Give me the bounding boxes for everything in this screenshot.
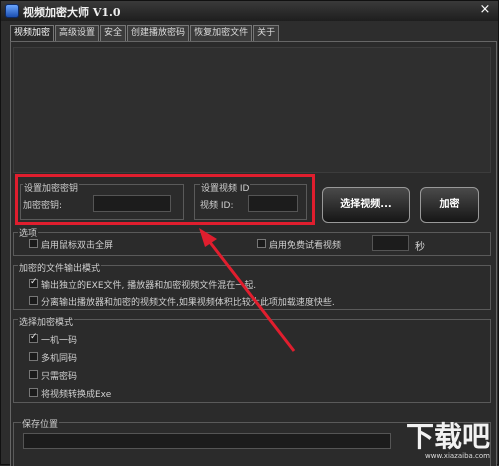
watermark-url-text: www.xiazaiba.com (425, 452, 490, 460)
watermark-logo: 下载吧 www.xiazaiba.com (405, 420, 490, 461)
watermark-main-text: 下载吧 (405, 420, 490, 453)
annotation-arrow (199, 228, 296, 352)
app-window: 视频加密大师 V1.0 × 视频加密 高级设置 安全 创建播放密码 恢复加密文件… (0, 0, 499, 466)
